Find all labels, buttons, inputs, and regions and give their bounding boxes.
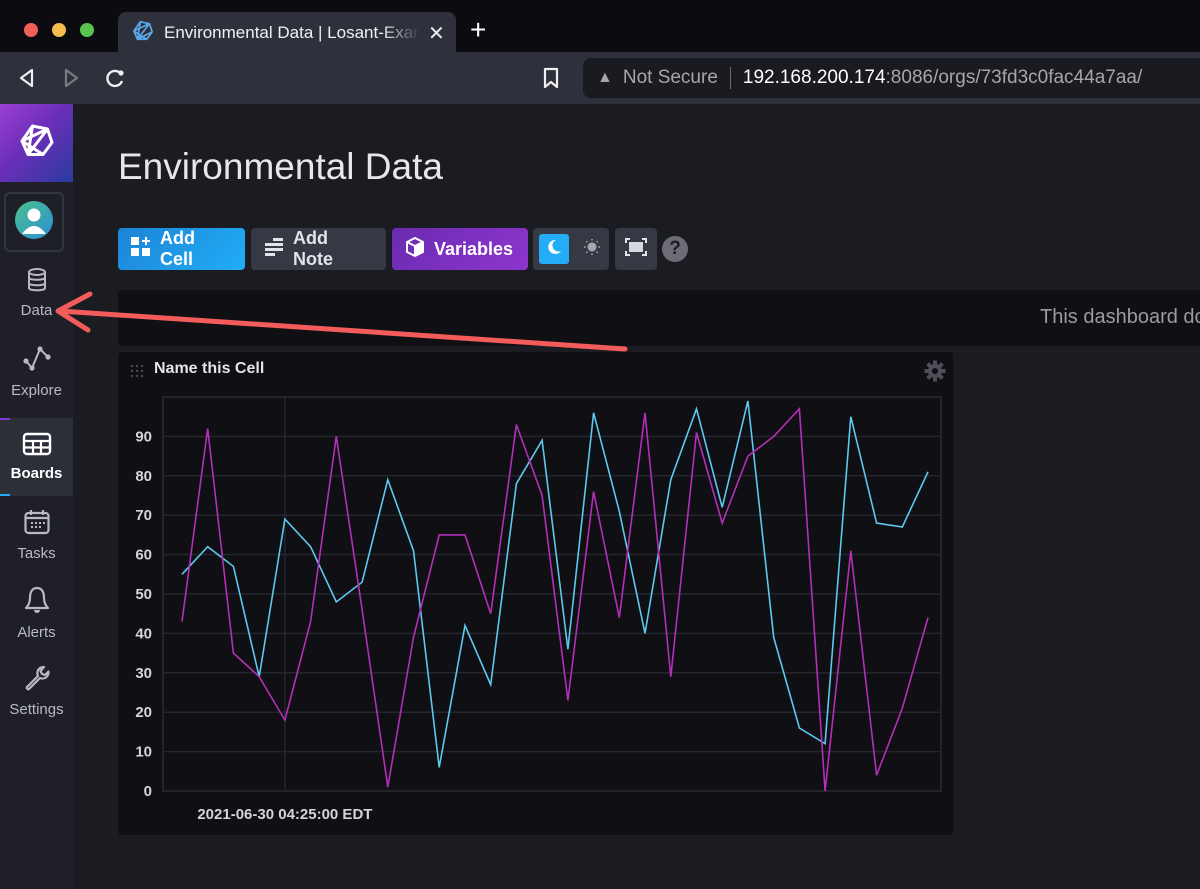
url-divider bbox=[729, 67, 731, 89]
variables-label: Variables bbox=[434, 238, 514, 259]
add-cell-icon bbox=[130, 236, 152, 263]
tab-close-icon[interactable]: ✕ bbox=[428, 21, 445, 46]
reload-icon[interactable] bbox=[104, 66, 126, 95]
browser-tab-active[interactable]: Environmental Data | Losant-Example ✕ bbox=[118, 12, 456, 54]
forward-icon[interactable] bbox=[62, 66, 80, 95]
help-icon[interactable]: ? bbox=[662, 236, 688, 262]
sidebar-item-label: Explore bbox=[11, 382, 62, 399]
bookmark-icon[interactable] bbox=[542, 66, 560, 95]
tab-title: Environmental Data | Losant-Example bbox=[164, 23, 420, 42]
sidebar-item-data[interactable]: Data bbox=[0, 254, 73, 332]
security-status: Not Secure bbox=[622, 67, 718, 88]
sidebar-item-alerts[interactable]: Alerts bbox=[0, 574, 73, 652]
warning-icon: ▲ bbox=[597, 69, 613, 86]
bell-icon bbox=[23, 585, 51, 620]
theme-toggle bbox=[533, 228, 609, 270]
note-lines-icon bbox=[263, 237, 285, 262]
add-note-button[interactable]: Add Note bbox=[251, 228, 386, 270]
y-tick-label: 80 bbox=[135, 468, 152, 485]
presentation-mode-button[interactable] bbox=[615, 228, 657, 270]
sidebar-item-label: Alerts bbox=[17, 624, 56, 641]
add-note-label: Add Note bbox=[293, 228, 333, 269]
user-avatar-button[interactable] bbox=[4, 192, 64, 252]
window-close-button[interactable] bbox=[24, 23, 38, 37]
sun-icon bbox=[583, 238, 601, 261]
sidebar-item-label: Settings bbox=[9, 701, 64, 718]
variables-button[interactable]: Variables bbox=[392, 228, 528, 270]
window-zoom-button[interactable] bbox=[80, 23, 94, 37]
back-icon[interactable] bbox=[18, 66, 36, 95]
influx-favicon-icon bbox=[132, 20, 154, 47]
fullscreen-icon bbox=[625, 237, 647, 261]
y-tick-label: 90 bbox=[135, 428, 152, 445]
add-cell-button[interactable]: Add Cell bbox=[118, 228, 245, 270]
explore-graph-icon bbox=[22, 343, 52, 378]
cube-icon bbox=[404, 236, 426, 263]
y-tick-label: 40 bbox=[135, 625, 152, 642]
window-minimize-button[interactable] bbox=[52, 23, 66, 37]
address-bar[interactable]: ▲ Not Secure 192.168.200.174 :8086/orgs/… bbox=[583, 58, 1200, 98]
y-tick-label: 10 bbox=[135, 744, 152, 761]
dashboard-cell: Name this Cell 0 10 20 30 40 50 60 70 80 90 2021-0… bbox=[118, 352, 953, 835]
dashboard-grid-icon bbox=[22, 432, 52, 461]
influx-logo-icon bbox=[19, 123, 55, 164]
y-tick-label: 50 bbox=[135, 586, 152, 603]
sidebar-item-tasks[interactable]: Tasks bbox=[0, 496, 73, 574]
sidebar-item-settings[interactable]: Settings bbox=[0, 652, 73, 730]
sidebar-item-explore[interactable]: Explore bbox=[0, 332, 73, 410]
series-magenta-line bbox=[181, 406, 929, 792]
add-cell-label: Add Cell bbox=[160, 228, 195, 269]
y-tick-label: 20 bbox=[135, 704, 152, 721]
avatar bbox=[14, 200, 54, 245]
dark-mode-button[interactable] bbox=[539, 234, 569, 264]
database-icon bbox=[26, 267, 48, 298]
sidebar-item-label: Data bbox=[20, 302, 53, 319]
y-tick-label: 0 bbox=[144, 783, 152, 800]
y-tick-label: 60 bbox=[135, 547, 152, 564]
y-tick-label: 30 bbox=[135, 665, 152, 682]
y-tick-label: 70 bbox=[135, 507, 152, 524]
sidebar-item-label: Boards bbox=[10, 465, 63, 482]
variables-banner: This dashboard doesn't have any cells wi… bbox=[118, 290, 1200, 346]
page-title[interactable]: Environmental Data bbox=[118, 146, 443, 188]
banner-text: This dashboard doesn't have any cells wi… bbox=[1040, 306, 1200, 328]
url-path: :8086/orgs/73fd3c0fac44a7aa/ bbox=[885, 67, 1143, 88]
moon-icon bbox=[545, 238, 563, 261]
sidebar-item-label: Tasks bbox=[17, 545, 56, 562]
url-host: 192.168.200.174 bbox=[742, 67, 886, 88]
calendar-icon bbox=[23, 508, 51, 541]
sidebar-item-boards[interactable]: Boards bbox=[0, 418, 73, 496]
new-tab-button[interactable]: + bbox=[470, 14, 486, 46]
line-chart[interactable]: 0 10 20 30 40 50 60 70 80 90 2021-06-30 04:25:00 E… bbox=[118, 352, 953, 835]
browser-tab-bar: Environmental Data | Losant-Example ✕ + bbox=[0, 0, 1200, 54]
app-sidebar: Data Explore Boards Tasks Alerts Setting… bbox=[0, 104, 73, 889]
wrench-icon bbox=[23, 664, 51, 697]
light-mode-button[interactable] bbox=[577, 234, 607, 264]
home-logo-button[interactable] bbox=[0, 104, 73, 182]
x-tick-label: 2021-06-30 04:25:00 EDT bbox=[197, 806, 372, 823]
